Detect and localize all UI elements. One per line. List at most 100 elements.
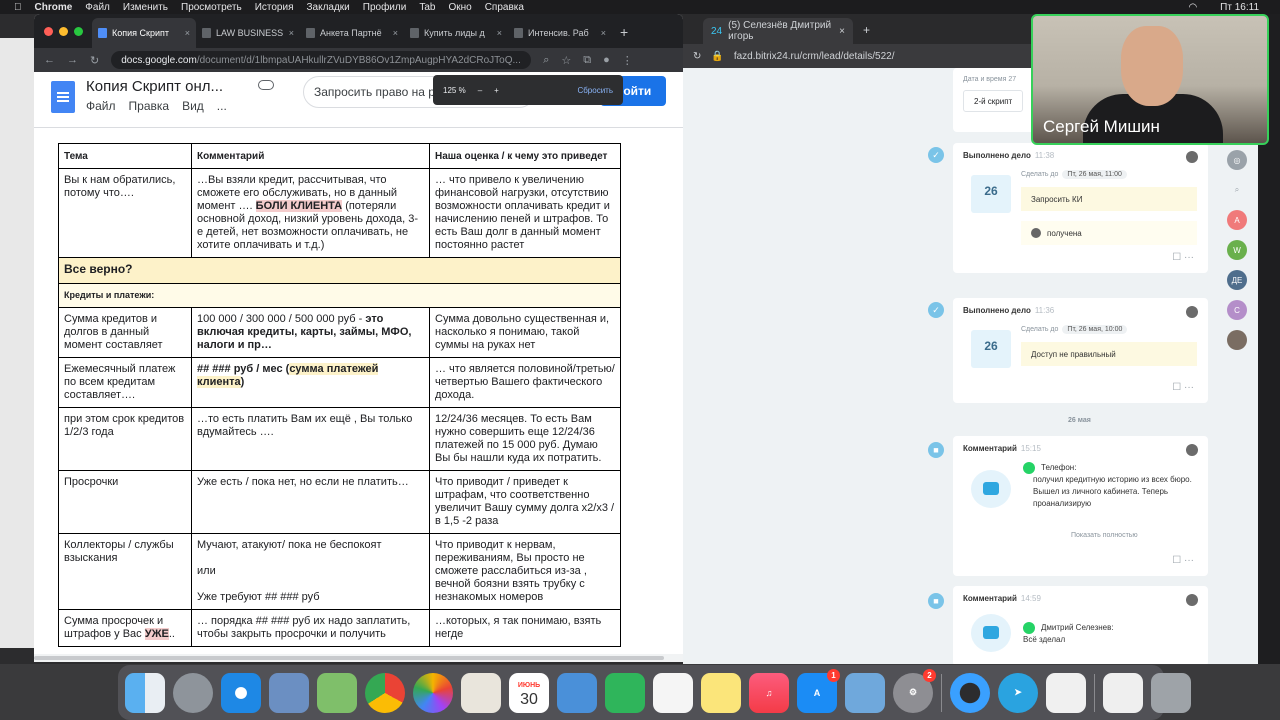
zoom-in-button[interactable]: + [494,86,499,95]
field-label: Дата и время 27 [963,76,1017,83]
more-icon[interactable]: ☐ ··· [1172,252,1194,263]
zoom-reset-button[interactable]: Сбросить [577,86,613,95]
horizontal-scrollbar[interactable] [34,654,683,662]
video-call-overlay[interactable]: Сергей Мишин [1031,14,1269,145]
maps-icon[interactable] [317,672,357,713]
refresh-icon[interactable]: ↻ [693,51,701,62]
field-value[interactable]: 2-й скрипт [963,90,1024,112]
close-window-icon[interactable] [44,27,53,36]
close-icon[interactable]: × [601,28,606,38]
google-docs-icon[interactable] [51,81,75,113]
menubar-app-name[interactable]: Chrome [35,2,73,13]
keynote-alt-icon[interactable] [845,672,885,713]
background-window[interactable] [0,38,34,648]
close-icon[interactable]: × [185,28,190,38]
tab-intensive[interactable]: Интенсив. Раб × [508,18,612,48]
document-preview-icon[interactable] [1046,672,1086,713]
textedit-icon[interactable] [461,672,501,713]
menu-file[interactable]: Файл [86,99,116,113]
menu-icon[interactable]: ⋮ [622,54,633,67]
downloads-stack-icon[interactable] [1103,672,1143,713]
chat-icon[interactable]: ◎ [1227,150,1247,170]
notes-icon[interactable] [701,672,741,713]
refresh-icon[interactable]: ↻ [90,54,99,67]
menu-more[interactable]: ... [217,99,227,113]
activity-card: Выполнено дело 11:36 26 Сделать до Пт, 26 … [953,298,1208,403]
menubar-item-window[interactable]: Окно [448,2,471,13]
cloud-status-icon[interactable] [258,80,274,90]
tab-docs[interactable]: Копия Скрипт × [92,18,196,48]
close-icon[interactable]: × [393,28,398,38]
apple-icon[interactable]:  [14,2,22,13]
close-icon[interactable]: × [839,26,845,37]
sidebar-avatar-a[interactable]: А [1227,210,1247,230]
sidebar-avatar-w[interactable]: W [1227,240,1247,260]
crm-tab-label: (5) Селезнёв Дмитрий игорь [728,20,832,42]
new-tab-button[interactable]: + [863,23,870,37]
new-tab-button[interactable]: + [620,24,628,40]
crm-timeline[interactable]: Дата и время 27 2-й скрипт ✓ Выполнено д… [683,68,1258,664]
wifi-icon[interactable]: ◠ [1188,2,1197,13]
chrome-icon[interactable] [365,672,405,713]
tab-law-business[interactable]: LAW BUSINESS × [196,18,300,48]
avatar[interactable] [1227,330,1247,350]
edge-icon[interactable] [950,672,990,713]
launchpad-icon[interactable] [173,672,213,713]
sidebar-avatar-de[interactable]: ДЕ [1227,270,1247,290]
preview-icon[interactable] [269,672,309,713]
app-store-icon[interactable]: A1 [797,668,840,713]
avatar[interactable] [1186,306,1198,318]
menubar-item-help[interactable]: Справка [485,2,524,13]
address-bar[interactable]: docs.google.com/document/d/1lbmpaUAHkull… [111,51,532,69]
more-icon[interactable]: ☐ ··· [1172,555,1194,566]
forward-icon[interactable]: → [67,54,78,66]
clock[interactable]: Пт 16:11 [1220,2,1259,13]
numbers-icon[interactable] [605,672,645,713]
music-icon[interactable]: ♫ [749,672,789,713]
document-title[interactable]: Копия Скрипт онл... [86,78,223,95]
avatar[interactable] [1186,444,1198,456]
avatar[interactable] [1186,151,1198,163]
extensions-icon[interactable]: ⧉ [583,54,591,67]
safari-icon[interactable] [221,672,261,713]
menubar-item-view[interactable]: Просмотреть [181,2,242,13]
menubar-item-file[interactable]: Файл [85,2,110,13]
system-settings-icon[interactable]: ⚙ 2 [893,668,936,713]
menubar-item-tab[interactable]: Tab [419,2,435,13]
menubar-item-bookmarks[interactable]: Закладки [306,2,349,13]
minimize-window-icon[interactable] [59,27,68,36]
finder-icon[interactable] [125,672,165,713]
avatar[interactable] [1186,594,1198,606]
trash-icon[interactable] [1151,672,1191,713]
menubar-item-history[interactable]: История [255,2,294,13]
calendar-icon[interactable]: ИЮНЬ 30 [509,672,549,713]
crm-tab[interactable]: 24 (5) Селезнёв Дмитрий игорь × [703,18,853,44]
deadline-date[interactable]: Пт, 26 мая, 11:00 [1062,170,1127,179]
profile-icon[interactable]: ● [603,54,610,66]
sidebar-avatar-c[interactable]: С [1227,300,1247,320]
photos-icon[interactable] [413,672,453,713]
zoom-out-button[interactable]: – [478,86,482,95]
back-icon[interactable]: ← [44,54,55,66]
document-page[interactable]: Тема Комментарий Наша оценка / к чему эт… [34,129,683,662]
telegram-icon[interactable]: ➤ [998,672,1038,713]
menu-edit[interactable]: Правка [129,99,170,113]
zoom-icon[interactable]: ⌕ [543,54,549,67]
menubar-item-edit[interactable]: Изменить [123,2,168,13]
close-icon[interactable]: × [497,28,502,38]
keynote-icon[interactable] [557,672,597,713]
search-icon[interactable]: ⌕ [1227,180,1247,200]
close-icon[interactable]: × [289,28,294,38]
tab-anketa[interactable]: Анкета Партнё × [300,18,404,48]
crm-url[interactable]: fazd.bitrix24.ru/crm/lead/details/522/ [734,51,895,62]
reminders-icon[interactable] [653,672,693,713]
more-icon[interactable]: ☐ ··· [1172,382,1194,393]
menubar-item-profiles[interactable]: Профили [363,2,407,13]
star-icon[interactable]: ☆ [561,54,571,67]
show-all-link[interactable]: Показать полностью [1071,532,1138,539]
tab-buy-leads[interactable]: Купить лиды д × [404,18,508,48]
menu-view[interactable]: Вид [182,99,204,113]
deadline-date[interactable]: Пт, 26 мая, 10:00 [1062,325,1128,334]
cell-comment: 100 000 / 300 000 / 500 000 руб - это вк… [191,307,430,358]
zoom-window-icon[interactable] [74,27,83,36]
